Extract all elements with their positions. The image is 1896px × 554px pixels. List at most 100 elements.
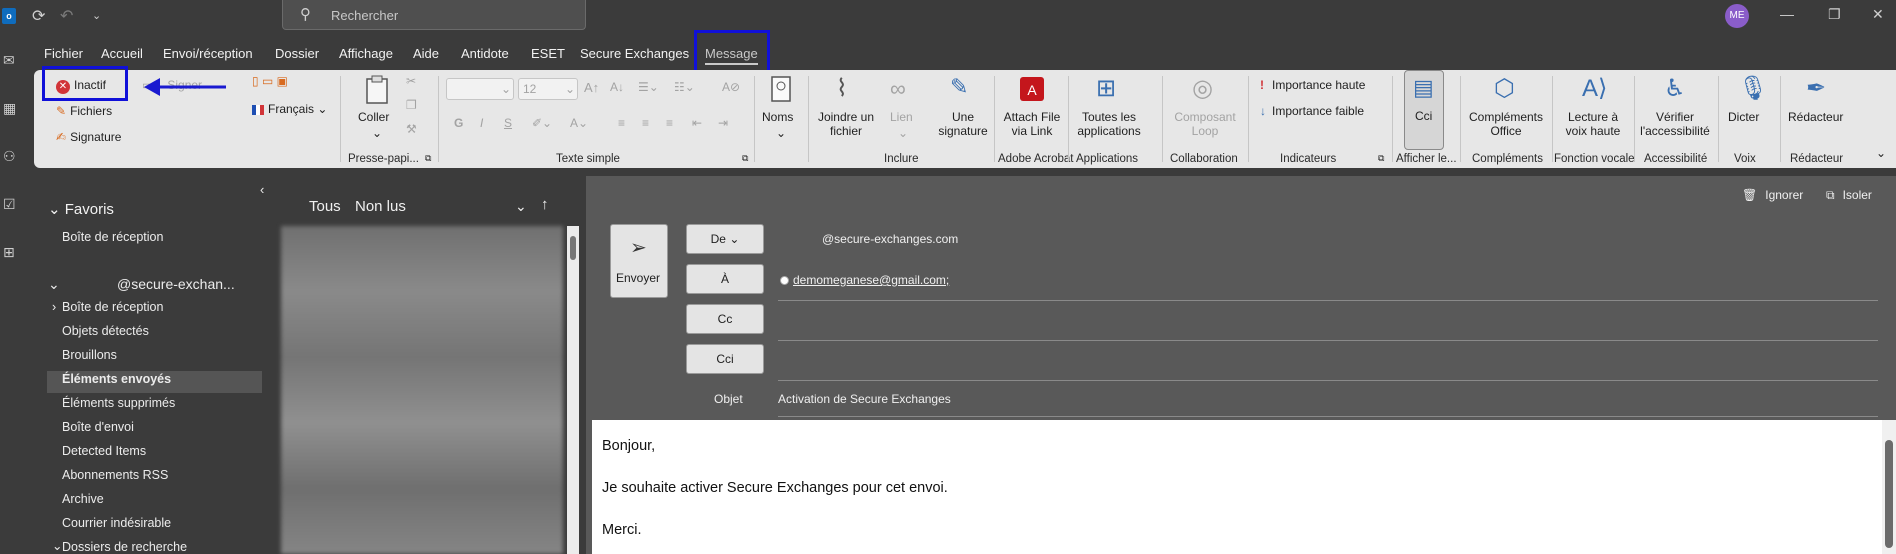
highlight-color-icon[interactable]: ✐⌄ xyxy=(532,116,552,130)
importance-high-button[interactable]: ! Importance haute xyxy=(1260,78,1365,92)
clear-format-icon[interactable]: A⊘ xyxy=(722,80,740,94)
menu-fichier[interactable]: Fichier xyxy=(44,46,83,61)
underline-icon[interactable]: S xyxy=(504,116,512,130)
people-icon[interactable]: ⚇ xyxy=(3,148,16,165)
blurred-message-items[interactable] xyxy=(281,226,563,554)
dictate-button[interactable]: 🎙 Dicter xyxy=(1724,74,1772,144)
restore-button[interactable]: ❐ xyxy=(1828,6,1841,23)
filter-dropdown-icon[interactable]: ⌄ xyxy=(515,198,527,215)
copy-icon[interactable]: ❐ xyxy=(406,98,417,112)
tasks-icon[interactable]: ☑ xyxy=(3,196,16,213)
to-button[interactable]: À xyxy=(686,264,764,294)
minimize-button[interactable]: — xyxy=(1780,6,1794,22)
from-value[interactable]: @secure-exchanges.com xyxy=(822,232,958,246)
favorite-inbox[interactable]: Boîte de réception xyxy=(62,230,163,244)
language-dropdown[interactable]: Français ⌄ xyxy=(252,102,327,116)
font-color-icon[interactable]: A⌄ xyxy=(570,116,588,130)
send-button[interactable]: ➢ Envoyer xyxy=(610,224,668,298)
folder-inbox[interactable]: Boîte de réception xyxy=(62,300,163,314)
to-recipient[interactable]: demomeganese@gmail.com; xyxy=(780,273,949,287)
scroll-thumb[interactable] xyxy=(570,236,576,260)
fichiers-button[interactable]: ✎ Fichiers xyxy=(56,104,112,118)
from-button[interactable]: De ⌄ xyxy=(686,224,764,254)
message-body[interactable]: Bonjour, Je souhaite activer Secure Exch… xyxy=(592,420,1896,554)
bullets-icon[interactable]: ☰⌄ xyxy=(638,80,659,94)
importance-low-button[interactable]: ↓ Importance faible xyxy=(1260,104,1364,118)
folder-archive[interactable]: Archive xyxy=(62,492,104,506)
link-button[interactable]: ∞ Lien ⌄ xyxy=(884,74,924,144)
folder-detected-items[interactable]: Detected Items xyxy=(62,444,146,458)
grow-font-icon[interactable]: A↑ xyxy=(584,80,599,95)
bcc-button[interactable]: Cci xyxy=(686,344,764,374)
font-family-box[interactable]: ⌄ xyxy=(446,78,514,100)
subject-input[interactable]: Activation de Secure Exchanges xyxy=(778,392,951,406)
undo-icon[interactable]: ↶ xyxy=(60,6,73,26)
editor-button[interactable]: ✒ Rédacteur xyxy=(1786,74,1850,144)
search-input[interactable]: Rechercher xyxy=(331,8,398,23)
dialog-launcher-icon[interactable]: ⧉ xyxy=(742,153,748,164)
italic-icon[interactable]: I xyxy=(480,116,483,130)
bcc-field-line[interactable] xyxy=(778,380,1878,381)
body-scrollbar[interactable] xyxy=(1882,420,1896,554)
cut-icon[interactable]: ✂ xyxy=(406,74,416,88)
menu-envoi-reception[interactable]: Envoi/réception xyxy=(163,46,253,61)
folder-sent-items[interactable]: Éléments envoyés xyxy=(62,372,171,386)
signature-se-button[interactable]: ✍ Signature xyxy=(56,130,121,144)
apps-icon[interactable]: ⊞ xyxy=(3,244,15,261)
chevron-right-icon[interactable]: › xyxy=(52,300,56,314)
increase-indent-icon[interactable]: ⇥ xyxy=(718,116,728,130)
attach-via-link-button[interactable]: A Attach File via Link xyxy=(1000,74,1064,144)
filter-all-tab[interactable]: Tous xyxy=(309,198,341,215)
format-painter-icon[interactable]: ⚒ xyxy=(406,122,417,136)
dialog-launcher-icon[interactable]: ⧉ xyxy=(425,153,431,164)
folder-deleted-items[interactable]: Éléments supprimés xyxy=(62,396,175,410)
folder-detected-objects[interactable]: Objets détectés xyxy=(62,324,149,338)
search-box[interactable]: ⚲ Rechercher xyxy=(282,0,586,30)
folder-drafts[interactable]: Brouillons xyxy=(62,348,117,362)
mail-icon[interactable]: ✉ xyxy=(3,52,15,69)
menu-dossier[interactable]: Dossier xyxy=(275,46,319,61)
all-apps-button[interactable]: ⊞ Toutes les applications xyxy=(1074,74,1144,144)
attach-file-button[interactable]: ⌇ Joindre un fichier xyxy=(814,74,878,144)
bold-icon[interactable]: G xyxy=(454,116,463,130)
quick-access-dropdown-icon[interactable]: ⌄ xyxy=(92,9,101,22)
menu-antidote[interactable]: Antidote xyxy=(461,46,509,61)
sort-arrow-icon[interactable]: ↑ xyxy=(541,196,549,213)
office-addins-button[interactable]: ⬡ Compléments Office xyxy=(1466,74,1546,144)
menu-eset[interactable]: ESET xyxy=(531,46,565,61)
dialog-launcher-icon[interactable]: ⧉ xyxy=(1378,153,1384,164)
account-header[interactable]: ⌄ xyxy=(48,276,60,293)
ribbon-collapse-chevron-icon[interactable]: ⌄ xyxy=(1876,146,1886,160)
avatar[interactable]: ME xyxy=(1725,4,1749,28)
names-button[interactable]: Noms ⌄ xyxy=(762,74,802,144)
paste-button[interactable]: Coller ⌄ xyxy=(358,74,398,144)
folder-junk[interactable]: Courrier indésirable xyxy=(62,516,171,530)
isolate-button[interactable]: ⧉ Isoler xyxy=(1826,188,1872,203)
decrease-indent-icon[interactable]: ⇤ xyxy=(692,116,702,130)
numbering-icon[interactable]: ☷⌄ xyxy=(674,80,695,94)
menu-aide[interactable]: Aide xyxy=(413,46,439,61)
cc-field-line[interactable] xyxy=(778,340,1878,341)
folder-outbox[interactable]: Boîte d'envoi xyxy=(62,420,134,434)
folder-rss[interactable]: Abonnements RSS xyxy=(62,468,168,482)
folder-search-folders[interactable]: Dossiers de recherche xyxy=(62,540,187,554)
sync-icon[interactable]: ⟳ xyxy=(32,6,45,26)
chevron-down-icon[interactable]: ⌄ xyxy=(52,538,62,553)
calendar-icon[interactable]: ▦ xyxy=(3,100,16,117)
scroll-thumb[interactable] xyxy=(1885,440,1893,548)
shrink-font-icon[interactable]: A↓ xyxy=(610,80,624,94)
collapse-pane-icon[interactable]: ‹ xyxy=(260,182,264,197)
filter-unread-tab[interactable]: Non lus xyxy=(355,198,406,215)
signature-button[interactable]: ✎ Une signature xyxy=(930,74,994,144)
ignore-button[interactable]: 🗑 Ignorer xyxy=(1742,188,1803,202)
menu-secure-exchanges[interactable]: Secure Exchanges xyxy=(580,46,689,61)
read-aloud-button[interactable]: A⟩ Lecture à voix haute xyxy=(1556,74,1630,144)
menu-accueil[interactable]: Accueil xyxy=(101,46,143,61)
account-name[interactable]: @secure-exchan... xyxy=(117,276,235,292)
font-size-box[interactable]: 12 ⌄ xyxy=(518,78,578,100)
align-center-icon[interactable]: ≡ xyxy=(642,116,649,130)
align-right-icon[interactable]: ≡ xyxy=(666,116,673,130)
favorites-header[interactable]: ⌄ Favoris xyxy=(48,200,114,218)
check-accessibility-button[interactable]: ♿ Vérifier l'accessibilité xyxy=(1638,74,1712,144)
loop-component-button[interactable]: ◎ Composant Loop xyxy=(1170,74,1240,144)
